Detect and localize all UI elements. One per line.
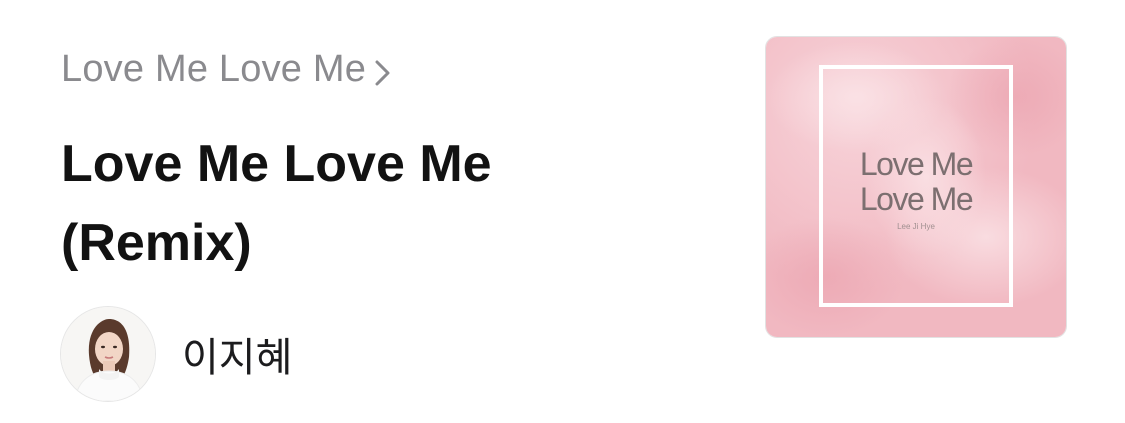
artist-link[interactable]: 이지혜 <box>60 306 292 402</box>
cover-title-line2: Love Me <box>859 181 974 217</box>
breadcrumb-album-link[interactable]: Love Me Love Me <box>61 44 394 94</box>
artist-avatar[interactable] <box>60 306 156 402</box>
album-cover[interactable]: Love Me Love Me Lee Ji Hye <box>765 36 1067 338</box>
cover-title-line1: Love Me <box>859 146 974 182</box>
breadcrumb-label: Love Me Love Me <box>61 47 367 90</box>
cover-artist-subtitle: Lee Ji Hye <box>897 222 935 231</box>
chevron-right-icon <box>372 55 394 86</box>
artist-name: 이지혜 <box>182 335 293 381</box>
track-title: Love Me Love Me (Remix) <box>61 135 492 272</box>
